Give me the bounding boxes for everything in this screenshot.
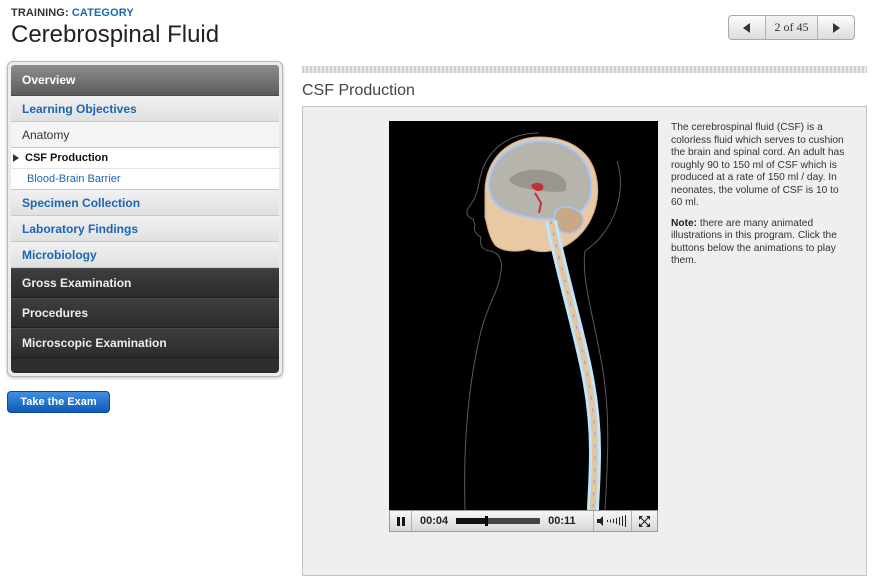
sidebar-item-specimen-collection[interactable]: Specimen Collection	[11, 190, 279, 216]
sidebar-item-microscopic-examination[interactable]: Microscopic Examination	[11, 328, 279, 358]
seek-handle[interactable]	[485, 516, 489, 526]
next-page-button[interactable]	[818, 16, 854, 39]
note-label: Note:	[671, 217, 698, 229]
section-title: CSF Production	[302, 82, 415, 99]
current-item-arrow-icon	[13, 154, 19, 162]
sidebar-subitem-blood-brain-barrier[interactable]: Blood-Brain Barrier	[11, 169, 279, 190]
csf-anatomy-illustration	[464, 132, 621, 511]
sidebar-item-procedures[interactable]: Procedures	[11, 298, 279, 328]
prev-page-button[interactable]	[729, 16, 765, 39]
sidebar-subitem-label: CSF Production	[25, 152, 109, 164]
pause-icon	[396, 516, 405, 526]
fullscreen-icon	[639, 515, 650, 527]
content-panel: 00:04 00:11 The cerebrospinal fluid (CSF…	[302, 106, 867, 576]
triangle-left-icon	[743, 22, 750, 33]
breadcrumb-prefix: TRAINING:	[11, 7, 69, 19]
page-count: 2 of 45	[765, 16, 818, 39]
breadcrumb-category-link[interactable]: CATEGORY	[72, 7, 134, 19]
sidebar-item-laboratory-findings[interactable]: Laboratory Findings	[11, 216, 279, 242]
seek-bar[interactable]	[456, 516, 541, 526]
description-paragraph: The cerebrospinal fluid (CSF) is a color…	[671, 122, 845, 208]
duration: 00:11	[548, 515, 576, 527]
app-root: TRAINING: CATEGORY Cerebrospinal Fluid 2…	[0, 0, 877, 588]
pause-button[interactable]	[390, 511, 412, 531]
sidebar-subitem-csf-production[interactable]: CSF Production	[11, 148, 279, 169]
sidebar-menu: Overview Learning Objectives Anatomy CSF…	[11, 65, 279, 373]
sidebar-item-gross-examination[interactable]: Gross Examination	[11, 268, 279, 298]
sidebar: Overview Learning Objectives Anatomy CSF…	[7, 61, 283, 377]
breadcrumb: TRAINING: CATEGORY	[11, 7, 134, 19]
page-title: Cerebrospinal Fluid	[11, 21, 220, 48]
section-divider	[302, 66, 867, 73]
take-exam-button[interactable]: Take the Exam	[7, 391, 110, 413]
seek-progress	[456, 518, 487, 524]
current-time: 00:04	[420, 515, 449, 527]
volume-icon	[596, 515, 626, 527]
description-text: The cerebrospinal fluid (CSF) is a color…	[671, 122, 851, 276]
triangle-right-icon	[833, 22, 840, 33]
sidebar-item-learning-objectives[interactable]: Learning Objectives	[11, 96, 279, 122]
pager: 2 of 45	[728, 15, 855, 40]
fullscreen-button[interactable]	[631, 511, 657, 531]
sidebar-item-overview[interactable]: Overview	[11, 65, 279, 96]
video-controls: 00:04 00:11	[389, 510, 658, 532]
sidebar-item-anatomy[interactable]: Anatomy	[11, 122, 279, 148]
sidebar-item-microbiology[interactable]: Microbiology	[11, 242, 279, 268]
volume-control[interactable]	[593, 511, 631, 531]
note-paragraph: Note: there are many animated illustrati…	[671, 218, 851, 268]
animation-video[interactable]	[389, 121, 658, 511]
